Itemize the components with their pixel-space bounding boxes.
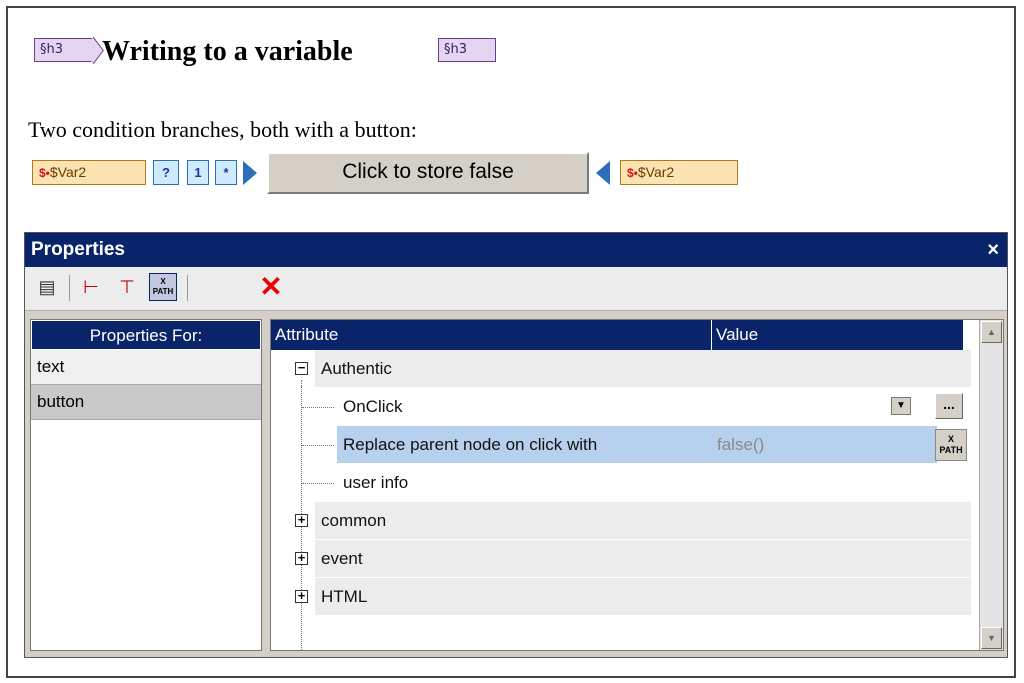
vertical-scrollbar[interactable]: ▲ ▼: [979, 320, 1003, 650]
var-end-tag-label: $Var2: [637, 164, 675, 180]
properties-title-bar[interactable]: Properties ×: [25, 233, 1007, 267]
expand-icon[interactable]: +: [295, 589, 308, 603]
xpath-edit-icon[interactable]: X PATH: [935, 429, 967, 461]
attribute-label-replace-parent: Replace parent node on click with: [343, 435, 598, 454]
condition-branch-1[interactable]: 1: [187, 160, 209, 185]
description-text[interactable]: Two condition branches, both with a butt…: [28, 117, 417, 143]
condition-choose-icon[interactable]: ?: [153, 160, 179, 185]
attribute-row-onclick[interactable]: OnClick ▼ ...: [271, 388, 971, 426]
value-column-header[interactable]: Value: [712, 320, 964, 350]
var-start-tag[interactable]: $•$Var2: [32, 160, 146, 185]
h3-start-tag-label: §h3: [40, 42, 64, 57]
condition-close-arrow-icon: [596, 161, 610, 185]
scroll-up-icon[interactable]: ▲: [981, 321, 1002, 343]
page-heading[interactable]: Writing to a variable: [102, 36, 353, 68]
properties-window: Properties × ▤ ⊢ ⊤ X PATH ✕ Properties Fo…: [24, 232, 1008, 658]
dropdown-arrow-icon[interactable]: ▼: [891, 397, 911, 415]
h3-end-tag-label: §h3: [444, 42, 468, 57]
add-property-icon[interactable]: ⊢: [77, 273, 105, 301]
toolbar-separator: [187, 275, 188, 301]
group-row-event[interactable]: + event: [271, 540, 971, 578]
variable-icon: $•: [627, 166, 638, 180]
attribute-value-replace-parent[interactable]: false(): [717, 426, 764, 463]
attribute-label-user-info: user info: [343, 473, 409, 492]
group-row-common[interactable]: + common: [271, 502, 971, 540]
properties-toolbar: ▤ ⊢ ⊤ X PATH ✕: [25, 267, 1007, 311]
group-label-event: event: [321, 549, 363, 568]
xpath-icon[interactable]: X PATH: [149, 273, 177, 301]
scroll-down-icon[interactable]: ▼: [981, 627, 1002, 649]
attribute-column-header[interactable]: Attribute: [271, 320, 712, 350]
tree-view-icon[interactable]: ▤: [33, 273, 61, 301]
attribute-label-onclick: OnClick: [343, 397, 403, 416]
attribute-grid: Attribute Value − Authentic OnClick ▼ ..…: [270, 319, 1004, 651]
expand-icon[interactable]: +: [295, 551, 308, 565]
group-label-authentic: Authentic: [321, 359, 392, 378]
var-end-tag[interactable]: $•$Var2: [620, 160, 738, 185]
variable-icon: $•: [39, 166, 50, 180]
group-label-html: HTML: [321, 587, 368, 606]
h3-end-tag[interactable]: §h3: [438, 38, 496, 62]
properties-for-item-text[interactable]: text: [31, 350, 261, 385]
properties-title: Properties: [31, 239, 125, 260]
add-property-group-icon[interactable]: ⊤: [113, 273, 141, 301]
condition-end-arrow-icon: [243, 161, 257, 185]
var-start-tag-label: $Var2: [49, 164, 87, 180]
edit-ellipsis-button[interactable]: ...: [935, 393, 963, 419]
h3-start-tag[interactable]: §h3: [34, 38, 94, 62]
store-false-button[interactable]: Click to store false: [267, 152, 589, 194]
group-label-common: common: [321, 511, 387, 530]
close-icon[interactable]: ×: [987, 233, 999, 267]
group-row-html[interactable]: + HTML: [271, 578, 971, 616]
expand-icon[interactable]: +: [295, 513, 308, 527]
properties-for-panel: Properties For: text button: [30, 319, 262, 651]
delete-icon[interactable]: ✕: [257, 273, 285, 301]
properties-for-header: Properties For:: [31, 320, 261, 350]
properties-for-item-button[interactable]: button: [31, 385, 261, 420]
toolbar-separator: [69, 275, 70, 301]
group-row-authentic[interactable]: − Authentic: [271, 350, 971, 388]
attribute-row-user-info[interactable]: user info: [271, 464, 971, 502]
condition-branch-otherwise[interactable]: *: [215, 160, 237, 185]
attribute-row-replace-parent[interactable]: Replace parent node on click with false(…: [271, 426, 971, 464]
collapse-icon[interactable]: −: [295, 361, 308, 375]
